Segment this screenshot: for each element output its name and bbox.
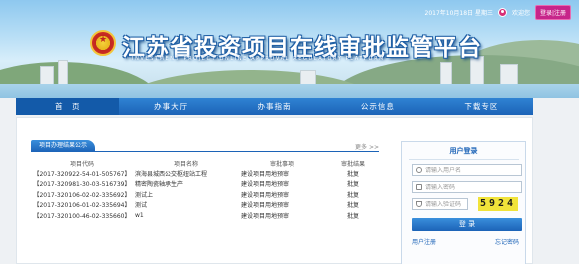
table-row[interactable]: 【2017-320106-02-02-335692】 测试上 建设项目用地预审 … xyxy=(33,189,383,200)
approval-result: 批复 xyxy=(346,212,359,220)
table-row[interactable]: 【2017-320100-46-02-335660】 w1 建设项目用地预审 批… xyxy=(33,210,383,221)
nav-downloads[interactable]: 下载专区 xyxy=(430,101,533,112)
header-banner: 2017年10月18日 星期三 欢迎您 登录|注册 江苏省投资项目在线审批监管平… xyxy=(0,0,579,98)
approval-item: 建设项目用地预审 xyxy=(241,212,290,220)
table-row[interactable]: 【2017-320106-01-02-335694】 测试 建设项目用地预审 批… xyxy=(33,200,383,211)
captcha-field[interactable] xyxy=(412,198,469,210)
table-header: 项目代码 项目名称 审批事项 审批结果 xyxy=(33,158,383,168)
table-row[interactable]: 【2017-320922-54-01-505767】 滨海县城西公交枢纽站工程 … xyxy=(33,168,383,179)
banner-building xyxy=(40,66,54,86)
site-subtitle: INVESTMENT PROJECT ONLINE APPROVAL REGUL… xyxy=(132,56,386,62)
captcha-input[interactable] xyxy=(425,200,469,208)
top-user-bar: 2017年10月18日 星期三 欢迎您 登录|注册 xyxy=(424,4,571,20)
project-code: 【2017-320981-30-03-516739】 xyxy=(33,181,131,189)
project-name[interactable]: 测试 xyxy=(131,200,241,209)
column-header: 审批事项 xyxy=(269,160,294,168)
approval-item: 建设项目用地预审 xyxy=(241,181,290,189)
current-date: 2017年10月18日 星期三 xyxy=(424,9,493,17)
shield-icon xyxy=(416,201,422,207)
results-table: 项目代码 项目名称 审批事项 审批结果 【2017-320922-54-01-5… xyxy=(33,158,383,221)
login-submit-button[interactable]: 登 录 xyxy=(412,218,522,231)
banner-building xyxy=(500,64,518,86)
password-input[interactable] xyxy=(425,183,515,191)
project-name[interactable]: 精密陶瓷轴承生产 xyxy=(131,179,241,188)
project-code: 【2017-320106-02-02-335692】 xyxy=(33,191,131,199)
nav-service-hall[interactable]: 办事大厅 xyxy=(119,101,222,112)
approval-item: 建设项目用地预审 xyxy=(241,202,290,210)
project-code: 【2017-320100-46-02-335660】 xyxy=(33,212,131,220)
project-code: 【2017-320922-54-01-505767】 xyxy=(33,170,131,178)
register-link[interactable]: 用户注册 xyxy=(412,237,436,246)
nav-public-info[interactable]: 公示信息 xyxy=(326,101,429,112)
national-emblem-icon xyxy=(90,30,116,56)
column-header: 审批结果 xyxy=(340,160,365,168)
main-content: 项目办理结果公示 更多 >> 项目代码 项目名称 审批事项 审批结果 【2017… xyxy=(16,117,533,264)
project-code: 【2017-320106-01-02-335694】 xyxy=(33,202,131,210)
project-name[interactable]: 滨海县城西公交枢纽站工程 xyxy=(131,169,241,178)
project-name[interactable]: 测试上 xyxy=(131,190,241,199)
divider xyxy=(408,159,519,160)
captcha-image[interactable]: 5924 xyxy=(478,197,518,211)
nav-home[interactable]: 首 页 xyxy=(16,98,120,115)
results-panel-header: 项目办理结果公示 更多 >> xyxy=(31,140,379,152)
table-row[interactable]: 【2017-320981-30-03-516739】 精密陶瓷轴承生产 建设项目… xyxy=(33,179,383,190)
main-nav: 首 页 办事大厅 办事指南 公示信息 下载专区 xyxy=(16,98,533,115)
more-link[interactable]: 更多 >> xyxy=(355,142,379,151)
banner-water xyxy=(0,84,579,98)
banner-building xyxy=(58,60,68,86)
forgot-password-link[interactable]: 忘记密码 xyxy=(495,237,519,246)
user-icon xyxy=(416,167,422,173)
approval-item: 建设项目用地预审 xyxy=(241,170,290,178)
login-panel: 用户登录 5924 登 录 用户注册 忘记密码 xyxy=(401,141,526,264)
approval-result: 批复 xyxy=(346,181,359,189)
login-title: 用户登录 xyxy=(449,147,478,155)
project-name[interactable]: w1 xyxy=(131,212,241,219)
username-field[interactable] xyxy=(412,164,522,176)
username-input[interactable] xyxy=(425,166,515,174)
lock-icon xyxy=(416,184,422,190)
approval-result: 批复 xyxy=(346,191,359,199)
login-register-button[interactable]: 登录|注册 xyxy=(534,4,571,20)
column-header: 项目代码 xyxy=(69,160,94,168)
password-field[interactable] xyxy=(412,181,522,193)
column-header: 项目名称 xyxy=(173,160,198,168)
banner-building xyxy=(440,62,452,86)
nav-guide[interactable]: 办事指南 xyxy=(223,101,326,112)
welcome-text: 欢迎您 xyxy=(511,9,530,17)
approval-result: 批复 xyxy=(346,202,359,210)
approval-item: 建设项目用地预审 xyxy=(241,191,290,199)
results-panel-tab[interactable]: 项目办理结果公示 xyxy=(31,140,96,152)
approval-result: 批复 xyxy=(346,170,359,178)
user-icon xyxy=(497,7,507,17)
